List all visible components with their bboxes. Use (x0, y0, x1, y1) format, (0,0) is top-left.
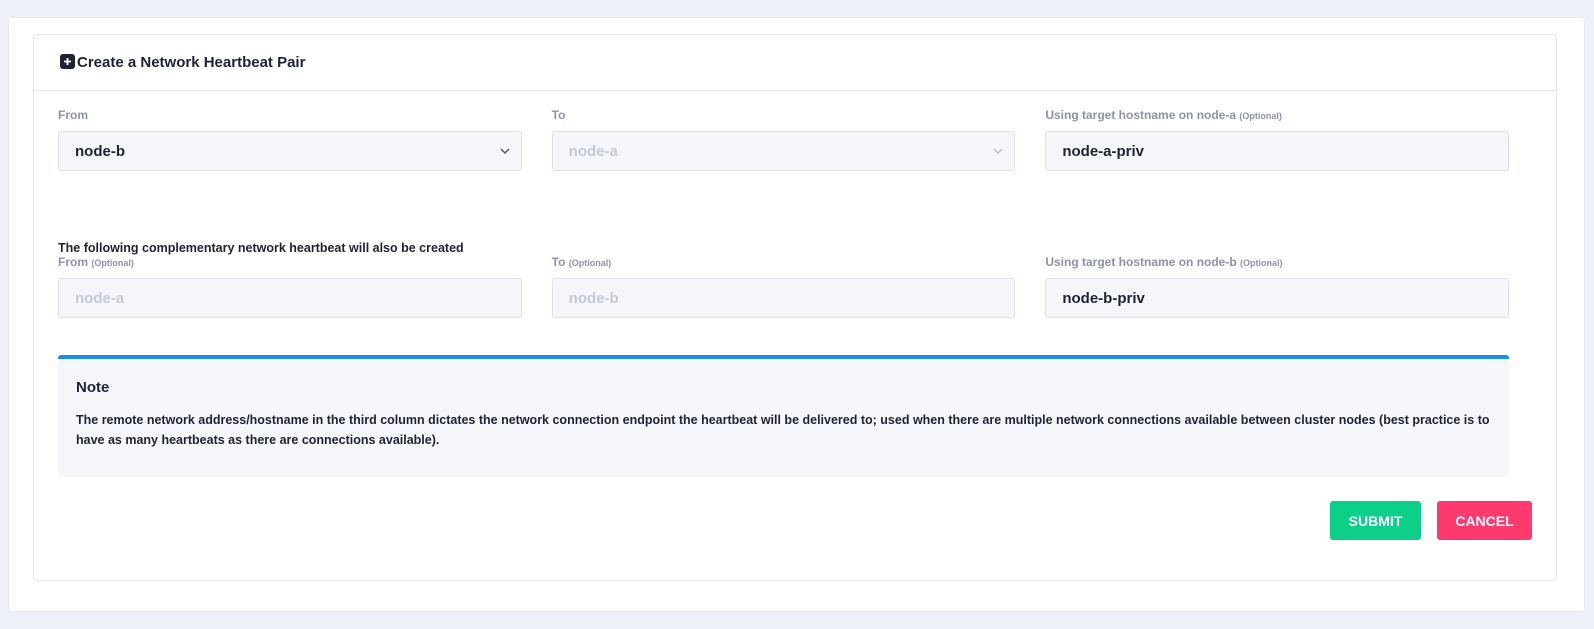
from-field: From node-b (58, 107, 522, 171)
note-panel: Note The remote network address/hostname… (58, 355, 1509, 477)
to-select-value: node-a (568, 142, 618, 160)
cancel-button[interactable]: CANCEL (1437, 501, 1532, 540)
compl-hostname-input[interactable]: node-b-priv (1045, 278, 1510, 318)
submit-button[interactable]: SUBMIT (1330, 501, 1421, 540)
heartbeat-card: Create a Network Heartbeat Pair From nod… (33, 34, 1557, 581)
to-label: To (551, 108, 566, 122)
card-header: Create a Network Heartbeat Pair (34, 35, 1556, 91)
compl-hostname-field: Using target hostname on node-b (Optiona… (1045, 254, 1510, 318)
hostname-input[interactable]: node-a-priv (1045, 131, 1510, 171)
compl-from-placeholder: node-a (75, 289, 125, 307)
complementary-title: The following complementary network hear… (58, 241, 464, 255)
compl-from-label: From (Optional) (58, 255, 134, 269)
complementary-row: From (Optional) node-a To (Optional) nod… (58, 254, 1510, 318)
compl-to-input[interactable]: node-b (551, 278, 1016, 318)
plus-square-icon (60, 54, 75, 69)
to-select[interactable]: node-a (551, 131, 1016, 171)
action-buttons: SUBMIT CANCEL (1330, 501, 1532, 540)
compl-hostname-value: node-b-priv (1062, 289, 1145, 307)
hostname-input-value: node-a-priv (1062, 142, 1145, 160)
page-container: Create a Network Heartbeat Pair From nod… (8, 17, 1585, 612)
chevron-down-icon (993, 148, 1003, 154)
compl-hostname-label: Using target hostname on node-b (Optiona… (1045, 255, 1283, 269)
to-field: To node-a (551, 107, 1016, 171)
from-select-value: node-b (75, 142, 125, 160)
note-body: The remote network address/hostname in t… (76, 413, 1490, 447)
primary-row: From node-b To node-a Using target hostn… (58, 107, 1510, 171)
compl-to-field: To (Optional) node-b (551, 254, 1016, 318)
compl-from-input[interactable]: node-a (58, 278, 522, 318)
note-title: Note (76, 379, 110, 396)
compl-to-placeholder: node-b (568, 289, 619, 307)
hostname-field: Using target hostname on node-a (Optiona… (1045, 107, 1510, 171)
hostname-label: Using target hostname on node-a (Optiona… (1045, 108, 1282, 122)
compl-from-field: From (Optional) node-a (58, 254, 522, 318)
from-select[interactable]: node-b (58, 131, 522, 171)
chevron-down-icon (500, 148, 510, 154)
card-title: Create a Network Heartbeat Pair (77, 54, 306, 71)
from-label: From (58, 108, 88, 122)
compl-to-label: To (Optional) (551, 255, 612, 269)
